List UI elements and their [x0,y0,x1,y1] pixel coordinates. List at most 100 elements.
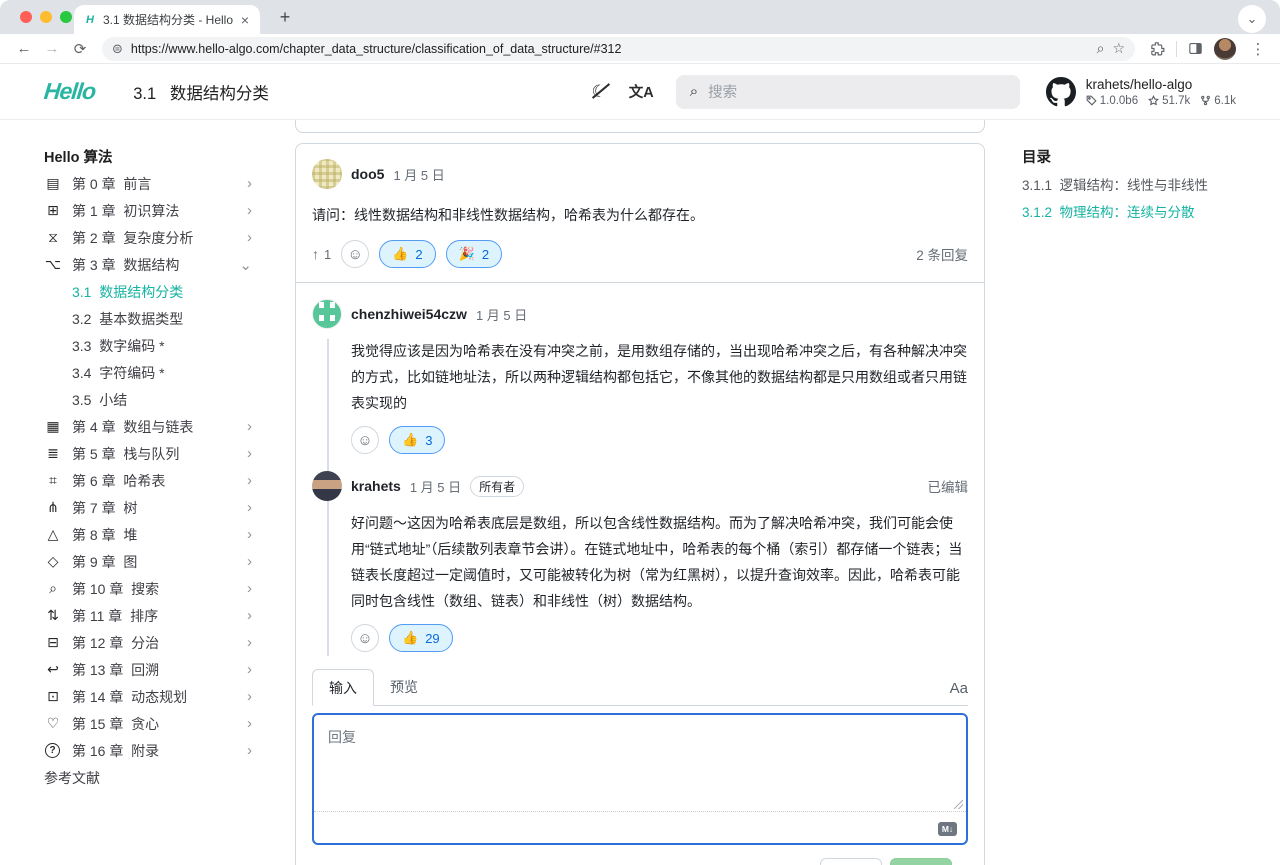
url-text: https://www.hello-algo.com/chapter_data_… [131,42,1089,56]
avatar[interactable] [312,159,342,189]
sidebar-item-chapter-5[interactable]: ≣第 5 章 栈与队列› [44,440,252,467]
reaction-thumbsup-pill[interactable]: 👍29 [389,624,453,652]
theme-toggle-icon[interactable]: ☾ [592,82,607,102]
sidebar-item-chapter-15[interactable]: ♡第 15 章 贪心› [44,710,252,737]
sidebar-item-chapter-9[interactable]: ◇第 9 章 图› [44,548,252,575]
avatar[interactable] [312,299,342,329]
sidebar-item-chapter-0[interactable]: ▤第 0 章 前言› [44,170,252,197]
sidebar-subitem-3-3[interactable]: 3.3 数字编码 * [44,332,288,359]
comment-header: doo5 1 月 5 日 [296,144,984,189]
add-reaction-button[interactable]: ☺ [341,240,369,268]
backtrack-icon: ↩ [44,661,62,678]
back-icon[interactable]: ← [12,40,36,57]
browser-profile-avatar[interactable] [1214,38,1236,60]
upvote-button[interactable]: ↑1 [312,246,331,262]
forward-icon[interactable]: → [40,40,64,57]
github-repo-link[interactable]: krahets/hello-algo 1.0.0b6 51.7k 6.1k [1046,77,1236,107]
repo-version: 1.0.0b6 [1100,95,1138,107]
tada-icon: 🎉 [459,246,475,262]
reply-author[interactable]: chenzhiwei54czw [351,306,467,322]
structure-icon: ⌥ [44,256,62,273]
bookmark-star-icon[interactable]: ☆ [1112,40,1125,57]
tab-search-chevron-icon[interactable]: ⌄ [1238,5,1266,33]
chevron-right-icon: › [247,553,252,570]
sidebar-item-chapter-16[interactable]: ?第 16 章 附录› [44,737,252,764]
resize-handle[interactable] [954,800,963,809]
github-logo-icon [1046,77,1076,107]
toc-item-3-1-2[interactable]: 3.1.2 物理结构：连续与分散 [1022,197,1262,224]
reply-submit-button[interactable]: 回复 [890,858,952,865]
tab-write[interactable]: 输入 [312,669,374,706]
comment-actions: ↑1 ☺ 👍2 🎉2 2 条回复 [296,228,984,282]
comment-thread-card: doo5 1 月 5 日 请问：线性数据结构和非线性数据结构，哈希表为什么都存在… [295,143,985,865]
reaction-thumbsup-pill[interactable]: 👍2 [379,240,435,268]
search-input[interactable]: ⌕ 搜索 [676,75,1020,109]
reply-textarea[interactable]: 回复 M↓ [312,713,968,845]
sidebar-item-chapter-6[interactable]: ⌗第 6 章 哈希表› [44,467,252,494]
sidebar-item-chapter-12[interactable]: ⊟第 12 章 分治› [44,629,252,656]
sidebar-item-chapter-1[interactable]: ⊞第 1 章 初识算法› [44,197,252,224]
sidebar-item-chapter-11[interactable]: ⇅第 11 章 排序› [44,602,252,629]
sidebar-subitem-3-4[interactable]: 3.4 字符编码 * [44,359,288,386]
tab-close-icon[interactable]: × [239,12,251,28]
reply-date: 1 月 5 日 [410,477,461,496]
tab-preview[interactable]: 预览 [374,668,434,705]
reaction-thumbsup-pill[interactable]: 👍3 [389,426,445,454]
sidebar-item-chapter-14[interactable]: ⊡第 14 章 动态规划› [44,683,252,710]
sidebar-item-chapter-8[interactable]: △第 8 章 堆› [44,521,252,548]
language-switch-icon[interactable]: 文A [629,81,654,102]
address-bar[interactable]: ⊜ https://www.hello-algo.com/chapter_dat… [102,37,1135,61]
comment-author[interactable]: doo5 [351,166,384,182]
sidebar-item-label: 第 12 章 分治 [72,633,247,653]
hello-algo-logo[interactable]: Hello [43,78,97,105]
sidebar-item-chapter-3[interactable]: ⌥第 3 章 数据结构⌄ [44,251,252,278]
sidebar-nav: Hello 算法 ▤第 0 章 前言› ⊞第 1 章 初识算法› ⧖第 2 章 … [0,120,288,791]
reply-actions: ☺ 👍3 [351,416,968,468]
sidebar-item-chapter-4[interactable]: ▦第 4 章 数组与链表› [44,413,252,440]
array-icon: ▦ [44,418,62,435]
reload-icon[interactable]: ⟳ [68,40,92,58]
book-icon: ▤ [44,175,62,192]
cancel-button[interactable]: 取消 [820,858,882,865]
minimize-window-button[interactable] [40,11,52,23]
add-reaction-button[interactable]: ☺ [351,426,379,454]
replies-container: chenzhiwei54czw 1 月 5 日 我觉得应该是因为哈希表在没有冲突… [296,282,984,668]
extensions-puzzle-icon[interactable] [1149,40,1166,57]
sidebar-subitem-3-5[interactable]: 3.5 小结 [44,386,288,413]
browser-tab[interactable]: H 3.1 数据结构分类 - Hello 算法 × [74,5,260,34]
page-content: Hello 算法 ▤第 0 章 前言› ⊞第 1 章 初识算法› ⧖第 2 章 … [0,120,1280,865]
sidebar-item-chapter-7[interactable]: ⋔第 7 章 树› [44,494,252,521]
side-panel-icon[interactable] [1187,40,1204,57]
avatar[interactable] [312,471,342,501]
sidebar-item-chapter-13[interactable]: ↩第 13 章 回溯› [44,656,252,683]
new-tab-button[interactable]: + [272,4,298,30]
sidebar-item-label: 第 3 章 数据结构 [72,255,239,275]
markdown-icon[interactable]: M↓ [938,822,957,836]
tab-title: 3.1 数据结构分类 - Hello 算法 [103,11,233,28]
fullscreen-window-button[interactable] [60,11,72,23]
site-settings-icon[interactable]: ⊜ [112,41,123,57]
sidebar-item-label: 第 7 章 树 [72,498,247,518]
sidebar-item-label: 第 16 章 附录 [72,741,247,761]
greedy-heart-icon: ♡ [44,715,62,732]
close-window-button[interactable] [20,11,32,23]
reply-author[interactable]: krahets [351,478,401,494]
reply-box: 输入 预览 Aa 回复 M↓ 取消 回复 [296,668,984,865]
sidebar-item-label: 第 11 章 排序 [72,606,247,626]
toc-item-3-1-1[interactable]: 3.1.1 逻辑结构：线性与非线性 [1022,170,1262,197]
sidebar-subitem-3-1[interactable]: 3.1 数据结构分类 [44,278,288,305]
search-icon: ⌕ [690,83,698,100]
sidebar-item-chapter-2[interactable]: ⧖第 2 章 复杂度分析› [44,224,252,251]
reaction-tada-pill[interactable]: 🎉2 [446,240,502,268]
chevron-right-icon: › [247,229,252,246]
text-format-button[interactable]: Aa [950,680,968,705]
reply-tabs: 输入 预览 Aa [312,668,968,706]
page-zoom-icon[interactable]: ⌕ [1097,40,1105,57]
reply-header: chenzhiwei54czw 1 月 5 日 [312,296,968,329]
add-reaction-button[interactable]: ☺ [351,624,379,652]
header-actions: ☾ 文A ⌕ 搜索 krahets/hello-algo 1.0.0b6 51.… [592,75,1237,109]
sidebar-item-references[interactable]: 参考文献 [44,764,288,791]
sidebar-subitem-3-2[interactable]: 3.2 基本数据类型 [44,305,288,332]
sidebar-item-chapter-10[interactable]: ⌕第 10 章 搜索› [44,575,252,602]
browser-menu-kebab-icon[interactable]: ⋮ [1246,40,1270,58]
